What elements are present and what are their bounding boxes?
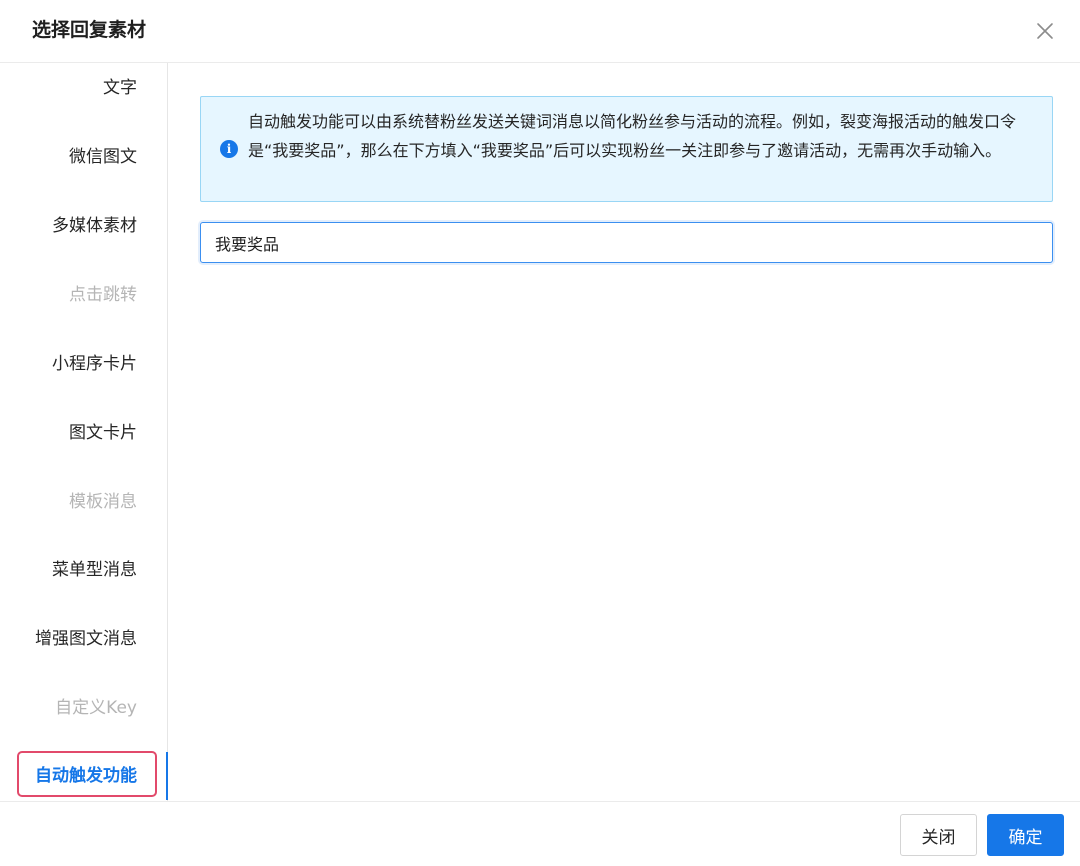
keyword-input[interactable] — [200, 222, 1053, 263]
dialog-footer: 关闭 确定 — [0, 801, 1080, 866]
sidebar-item-article-card[interactable]: 图文卡片 — [69, 421, 137, 445]
info-text: 自动触发功能可以由系统替粉丝发送关键词消息以简化粉丝参与活动的流程。例如，裂变海… — [248, 112, 1017, 160]
dialog-title: 选择回复素材 — [32, 19, 147, 41]
sidebar-item-template-message: 模板消息 — [69, 492, 137, 512]
sidebar-item-custom-key: 自定义Key — [55, 698, 137, 718]
info-icon: i — [220, 140, 238, 158]
dialog-header: 选择回复素材 — [0, 0, 1080, 63]
sidebar-item-multimedia[interactable]: 多媒体素材 — [52, 214, 137, 238]
sidebar-item-enhanced-article[interactable]: 增强图文消息 — [35, 627, 137, 651]
content-panel: i 自动触发功能可以由系统替粉丝发送关键词消息以简化粉丝参与活动的流程。例如，裂… — [168, 63, 1080, 801]
sidebar-item-auto-trigger[interactable]: 自动触发功能 — [35, 764, 137, 788]
sidebar-item-wechat-article[interactable]: 微信图文 — [69, 145, 137, 169]
sidebar-item-text[interactable]: 文字 — [103, 76, 137, 100]
close-button[interactable]: 关闭 — [900, 814, 977, 856]
sidebar-item-click-jump: 点击跳转 — [69, 285, 137, 305]
info-alert: i 自动触发功能可以由系统替粉丝发送关键词消息以简化粉丝参与活动的流程。例如，裂… — [200, 96, 1053, 202]
confirm-button[interactable]: 确定 — [987, 814, 1064, 856]
close-icon[interactable] — [1032, 18, 1058, 44]
sidebar-item-miniprogram-card[interactable]: 小程序卡片 — [52, 352, 137, 376]
material-type-sidebar: 文字 微信图文 多媒体素材 点击跳转 小程序卡片 图文卡片 模板消息 菜单型消息… — [0, 63, 168, 801]
sidebar-item-menu-message[interactable]: 菜单型消息 — [52, 558, 137, 582]
